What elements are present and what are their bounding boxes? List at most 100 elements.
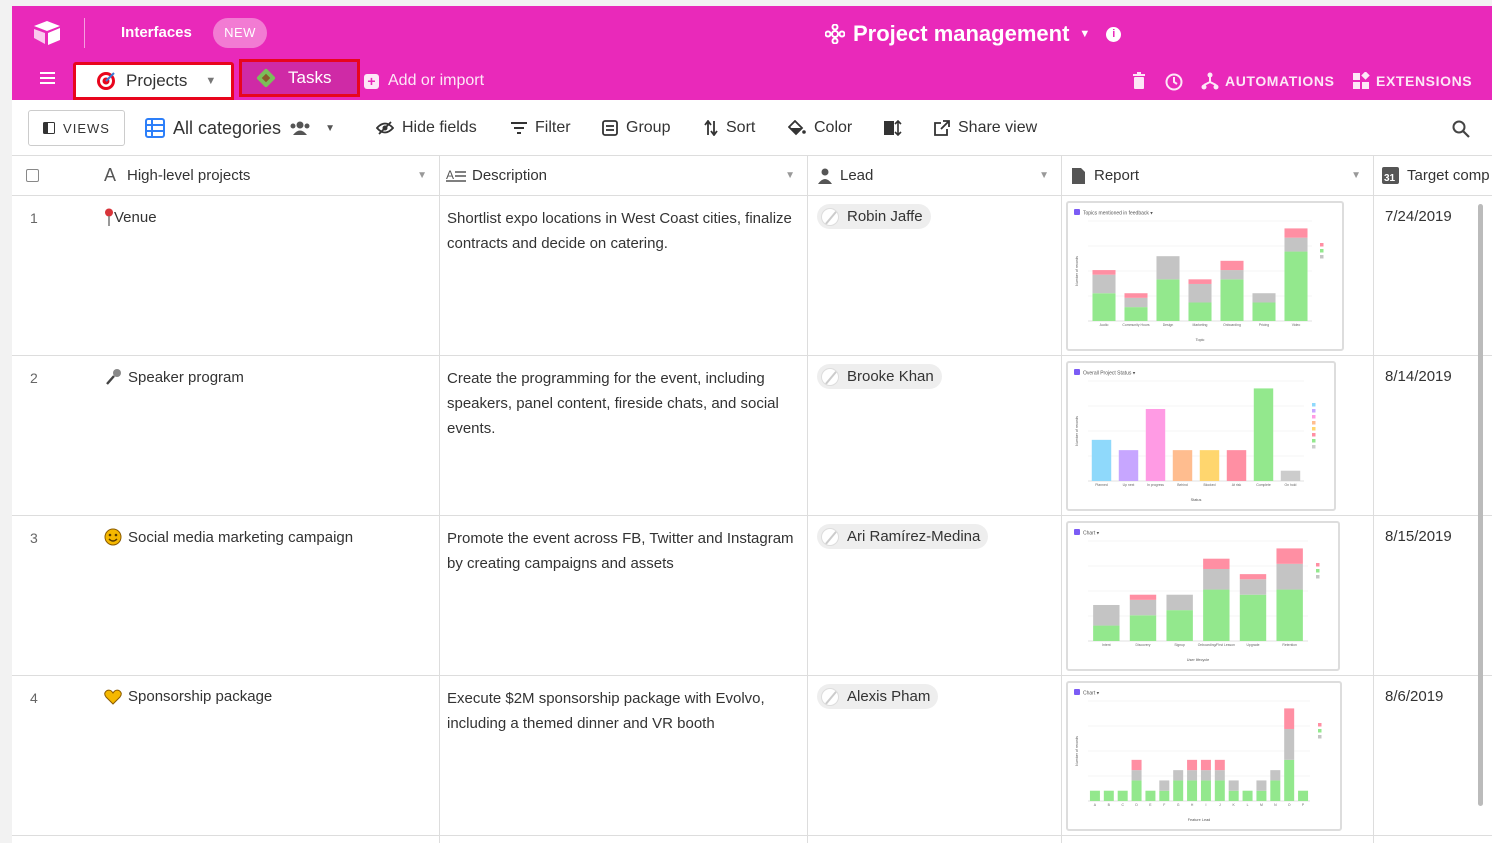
extensions-icon [1353, 72, 1370, 89]
paint-bucket-icon [788, 120, 806, 136]
report-attachment[interactable]: Chart ▾ A B C D E F G H I J K L M N O P Feature Lead Numbe… [1066, 681, 1342, 831]
views-button[interactable]: VIEWS [28, 110, 125, 146]
column-divider [807, 156, 808, 843]
chevron-down-icon[interactable]: ▼ [1079, 28, 1090, 40]
column-header-target[interactable]: 31 Target comp [1374, 156, 1492, 196]
chart-legend-swatch [1312, 433, 1316, 437]
project-name-cell[interactable]: Venue [104, 208, 157, 226]
extensions-button[interactable]: EXTENSIONS [1352, 72, 1472, 90]
chart-x-label: Status [1191, 498, 1202, 502]
column-divider [1061, 156, 1062, 843]
chart-x-label: Feature Lead [1188, 818, 1211, 822]
report-attachment[interactable]: Topics mentioned in feedback ▾ Audio Commu… [1066, 201, 1344, 351]
share-icon [934, 120, 950, 136]
color-button[interactable]: Color [788, 110, 852, 146]
chart-tick-label: Blocked [1203, 483, 1215, 487]
chevron-down-icon[interactable]: ▼ [417, 170, 427, 181]
menu-icon[interactable] [40, 72, 55, 84]
lead-chip[interactable]: Alexis Pham [817, 684, 939, 709]
column-header-description[interactable]: A Description ▼ [440, 156, 807, 196]
chart-tick-label: Complete [1256, 483, 1271, 487]
new-badge: NEW [213, 18, 267, 48]
chart-bar [1092, 274, 1116, 294]
chart-bar [1092, 270, 1116, 275]
chart-bar [1239, 594, 1267, 641]
chart-bar [1200, 759, 1211, 771]
row-number: 4 [30, 690, 38, 706]
automations-icon [1201, 72, 1219, 90]
chevron-down-icon[interactable]: ▼ [205, 75, 216, 87]
chevron-down-icon[interactable]: ▼ [785, 170, 795, 181]
chart-tick-label: Planned [1095, 483, 1108, 487]
description-cell[interactable]: Promote the event across FB, Twitter and… [447, 526, 805, 576]
automations-button[interactable]: AUTOMATIONS [1201, 72, 1335, 90]
row-height-icon [884, 120, 902, 136]
chart-tick-label: E [1149, 803, 1152, 807]
vertical-scrollbar[interactable] [1478, 204, 1483, 806]
column-header-projects[interactable]: A High-level projects ▼ [12, 156, 439, 196]
interfaces-link[interactable]: Interfaces [121, 24, 192, 41]
search-icon[interactable] [1452, 120, 1470, 138]
table-row[interactable]: 2 Speaker program Create the programming… [12, 356, 1492, 516]
chart-bar [1284, 228, 1308, 238]
view-name: All categories [173, 117, 282, 138]
tab-projects[interactable]: Projects ▼ [73, 62, 234, 100]
project-name-cell[interactable]: Speaker program [104, 368, 244, 386]
description-cell[interactable]: Execute $2M sponsorship package with Evo… [447, 686, 805, 736]
group-button[interactable]: Group [602, 110, 670, 146]
chart-bar [1214, 770, 1225, 781]
chart-tick-label: Community Hours [1122, 323, 1149, 327]
table-row[interactable]: 1 Venue Shortlist expo locations in West… [12, 196, 1492, 356]
project-name-cell[interactable]: Social media marketing campaign [104, 528, 353, 546]
report-attachment[interactable]: Chart ▾ Intent Discovery Signup Onboarding/F… [1066, 521, 1340, 671]
column-header-lead[interactable]: Lead ▼ [808, 156, 1061, 196]
column-label: Report [1094, 167, 1140, 184]
chevron-down-icon[interactable]: ▼ [1351, 170, 1361, 181]
chart-tick-label: A [1094, 803, 1097, 807]
chart-bar [1252, 293, 1276, 303]
view-toolbar: VIEWS All categories ▼ Hide fields Filte… [12, 100, 1492, 156]
chart-legend-swatch [1312, 445, 1316, 449]
view-switcher[interactable]: All categories ▼ [145, 110, 335, 146]
chart-tick-label: Retention [1282, 643, 1297, 647]
chart-legend-swatch [1316, 575, 1320, 579]
avatar [821, 687, 839, 706]
share-view-button[interactable]: Share view [934, 110, 1037, 146]
lead-name: Robin Jaffe [847, 208, 923, 225]
select-all-checkbox[interactable] [26, 169, 39, 182]
chart-title: Chart ▾ [1083, 691, 1100, 697]
chart-bar [1129, 599, 1157, 616]
base-title[interactable]: Project management ▼ i [825, 19, 1122, 49]
eye-off-icon [376, 121, 394, 135]
views-label: VIEWS [63, 120, 110, 136]
row-height-button[interactable] [884, 110, 902, 146]
tab-tasks[interactable]: Tasks [239, 59, 360, 97]
hide-fields-button[interactable]: Hide fields [376, 110, 477, 146]
project-name-cell[interactable]: Sponsorship package [104, 688, 272, 705]
puzzle-icon [256, 68, 276, 88]
chart-bar [1089, 790, 1100, 801]
lead-chip[interactable]: Brooke Khan [817, 364, 942, 389]
app-window: Interfaces NEW Project management ▼ i Pr [12, 6, 1492, 843]
lead-chip[interactable]: Ari Ramírez-Medina [817, 524, 989, 549]
chevron-down-icon[interactable]: ▼ [325, 123, 335, 134]
table-row[interactable]: 4 Sponsorship package Execute $2M sponso… [12, 676, 1492, 836]
airtable-logo-icon[interactable] [32, 20, 62, 46]
chart-bar [1228, 790, 1239, 801]
filter-button[interactable]: Filter [511, 110, 571, 146]
chart-bar [1166, 610, 1193, 641]
table-row[interactable]: 3 Social media marketing campaign Promot… [12, 516, 1492, 676]
lead-chip[interactable]: Robin Jaffe [817, 204, 931, 229]
description-cell[interactable]: Shortlist expo locations in West Coast c… [447, 206, 805, 256]
column-header-report[interactable]: Report ▼ [1062, 156, 1373, 196]
sort-button[interactable]: Sort [704, 110, 755, 146]
filter-icon [511, 122, 527, 134]
add-or-import-button[interactable]: + Add or import [364, 72, 484, 90]
description-cell[interactable]: Create the programming for the event, in… [447, 366, 805, 441]
chart-tick-label: Marketing [1193, 323, 1208, 327]
chevron-down-icon[interactable]: ▼ [1039, 170, 1049, 181]
history-button[interactable] [1164, 72, 1184, 92]
trash-button[interactable] [1132, 72, 1146, 89]
report-attachment[interactable]: Overall Project Status ▾ Planned Up next In… [1066, 361, 1336, 511]
info-icon[interactable]: i [1106, 26, 1122, 42]
